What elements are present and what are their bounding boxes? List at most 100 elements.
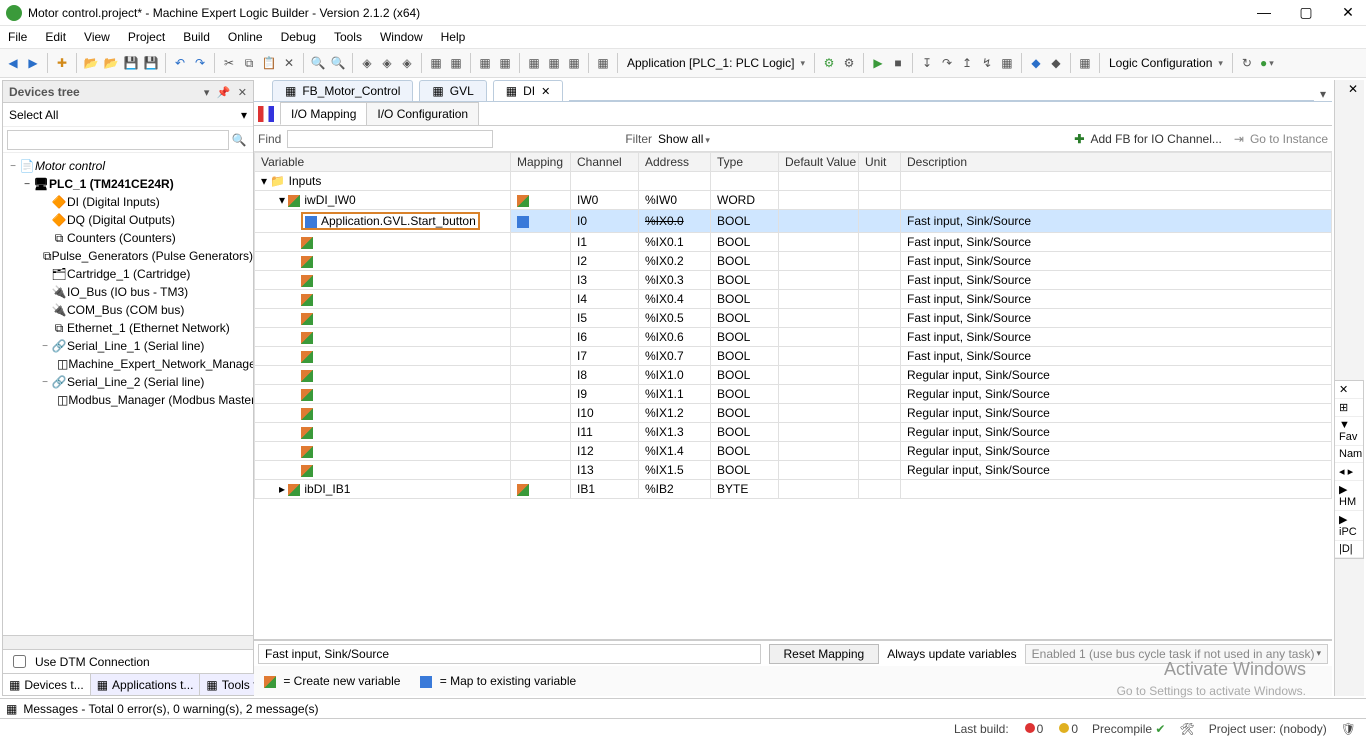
cell[interactable]: [859, 252, 901, 271]
cell[interactable]: [779, 442, 859, 461]
cell[interactable]: %IX1.1: [639, 385, 711, 404]
cell[interactable]: BOOL: [711, 290, 779, 309]
refresh-button[interactable]: ↻: [1238, 54, 1256, 72]
right-dock-close[interactable]: ✕: [1335, 80, 1364, 100]
cell[interactable]: ▸ ibDI_IB1: [255, 480, 511, 499]
cell[interactable]: I3: [571, 271, 639, 290]
cell[interactable]: ▾ iwDI_IW0: [255, 191, 511, 210]
redo-button[interactable]: ↷: [191, 54, 209, 72]
menu-build[interactable]: Build: [183, 30, 210, 44]
use-dtm-checkbox[interactable]: [13, 655, 26, 668]
cell[interactable]: Fast input, Sink/Source: [901, 347, 1332, 366]
cell[interactable]: WORD: [711, 191, 779, 210]
open-button[interactable]: 📂: [82, 54, 100, 72]
cell[interactable]: Application.GVL.Start_button: [255, 210, 511, 233]
tree-item[interactable]: ⧉Pulse_Generators (Pulse Generators): [3, 247, 253, 265]
col-header[interactable]: Type: [711, 153, 779, 172]
dock-item[interactable]: Nam: [1335, 446, 1363, 463]
cell[interactable]: [511, 423, 571, 442]
cell[interactable]: [901, 172, 1332, 191]
cell[interactable]: %IX0.0: [639, 210, 711, 233]
save-button[interactable]: 💾: [122, 54, 140, 72]
cell[interactable]: [511, 252, 571, 271]
cell[interactable]: I1: [571, 233, 639, 252]
cell[interactable]: [511, 191, 571, 210]
cell[interactable]: BOOL: [711, 271, 779, 290]
sidetab[interactable]: ▦Applications t...: [91, 674, 201, 695]
cell[interactable]: %IX1.0: [639, 366, 711, 385]
cell[interactable]: %IB2: [639, 480, 711, 499]
cell[interactable]: I11: [571, 423, 639, 442]
cell[interactable]: [779, 172, 859, 191]
cell[interactable]: [255, 252, 511, 271]
cell[interactable]: BOOL: [711, 233, 779, 252]
cell[interactable]: BYTE: [711, 480, 779, 499]
logic-config-combo[interactable]: Logic Configuration: [1105, 56, 1227, 70]
devices-tree[interactable]: −📄Motor control−🖥PLC_1 (TM241CE24R)🔶DI (…: [3, 153, 253, 635]
cell[interactable]: BOOL: [711, 309, 779, 328]
menu-debug[interactable]: Debug: [281, 30, 316, 44]
cell[interactable]: Fast input, Sink/Source: [901, 328, 1332, 347]
cell[interactable]: [779, 271, 859, 290]
menu-project[interactable]: Project: [128, 30, 165, 44]
menu-view[interactable]: View: [84, 30, 110, 44]
cell[interactable]: [859, 480, 901, 499]
cell[interactable]: [511, 271, 571, 290]
cell[interactable]: %IX1.5: [639, 461, 711, 480]
cell[interactable]: [779, 210, 859, 233]
misc-8[interactable]: ◆: [1027, 54, 1045, 72]
sidetab[interactable]: ▦Devices t...: [3, 674, 91, 695]
cell[interactable]: [255, 347, 511, 366]
cell[interactable]: I10: [571, 404, 639, 423]
cell[interactable]: [779, 480, 859, 499]
cell[interactable]: [511, 210, 571, 233]
cell[interactable]: BOOL: [711, 252, 779, 271]
cell[interactable]: BOOL: [711, 423, 779, 442]
save-all-button[interactable]: 💾: [142, 54, 160, 72]
undo-button[interactable]: ↶: [171, 54, 189, 72]
stop-button[interactable]: ■: [889, 54, 907, 72]
paste-button[interactable]: 📋: [260, 54, 278, 72]
cell[interactable]: Fast input, Sink/Source: [901, 271, 1332, 290]
cell[interactable]: [779, 404, 859, 423]
dev-scroll[interactable]: [3, 635, 253, 649]
cell[interactable]: BOOL: [711, 461, 779, 480]
dock-item[interactable]: ◂ ▸: [1335, 463, 1363, 481]
col-header[interactable]: Description: [901, 153, 1332, 172]
cell[interactable]: I12: [571, 442, 639, 461]
cell[interactable]: IW0: [571, 191, 639, 210]
cell[interactable]: [639, 172, 711, 191]
login-button[interactable]: ⚙: [820, 54, 838, 72]
tree-item[interactable]: 🗂Cartridge_1 (Cartridge): [3, 265, 253, 283]
cell[interactable]: [255, 404, 511, 423]
dock-item[interactable]: ▼ Fav: [1335, 417, 1363, 446]
cell[interactable]: BOOL: [711, 366, 779, 385]
col-header[interactable]: Variable: [255, 153, 511, 172]
maximize-button[interactable]: ▢: [1294, 4, 1318, 21]
nav-fwd-button[interactable]: ▶: [24, 54, 42, 72]
copy-button[interactable]: ⧉: [240, 54, 258, 72]
bookmark-prev-button[interactable]: ◈: [398, 54, 416, 72]
io-mapping-grid[interactable]: VariableMappingChannelAddressTypeDefault…: [254, 152, 1332, 640]
misc-4[interactable]: ▦: [545, 54, 563, 72]
dock-item[interactable]: ⊞: [1335, 399, 1363, 417]
tree-item[interactable]: −📄Motor control: [3, 157, 253, 175]
cell[interactable]: [255, 461, 511, 480]
cell[interactable]: I2: [571, 252, 639, 271]
tree-item[interactable]: 🔶DQ (Digital Outputs): [3, 211, 253, 229]
cell[interactable]: [255, 309, 511, 328]
nav-back-button[interactable]: ◀: [4, 54, 22, 72]
step-out-button[interactable]: ↥: [958, 54, 976, 72]
cell[interactable]: [901, 480, 1332, 499]
cell[interactable]: [511, 328, 571, 347]
cell[interactable]: BOOL: [711, 404, 779, 423]
dock-item[interactable]: ▶ iPC: [1335, 511, 1363, 541]
cell[interactable]: Fast input, Sink/Source: [901, 309, 1332, 328]
cell[interactable]: [859, 271, 901, 290]
tree-item[interactable]: 🔌COM_Bus (COM bus): [3, 301, 253, 319]
cell[interactable]: Regular input, Sink/Source: [901, 404, 1332, 423]
cell[interactable]: I4: [571, 290, 639, 309]
cell[interactable]: [859, 290, 901, 309]
tab-io-mapping[interactable]: I/O Mapping: [280, 102, 367, 125]
cell[interactable]: [779, 385, 859, 404]
